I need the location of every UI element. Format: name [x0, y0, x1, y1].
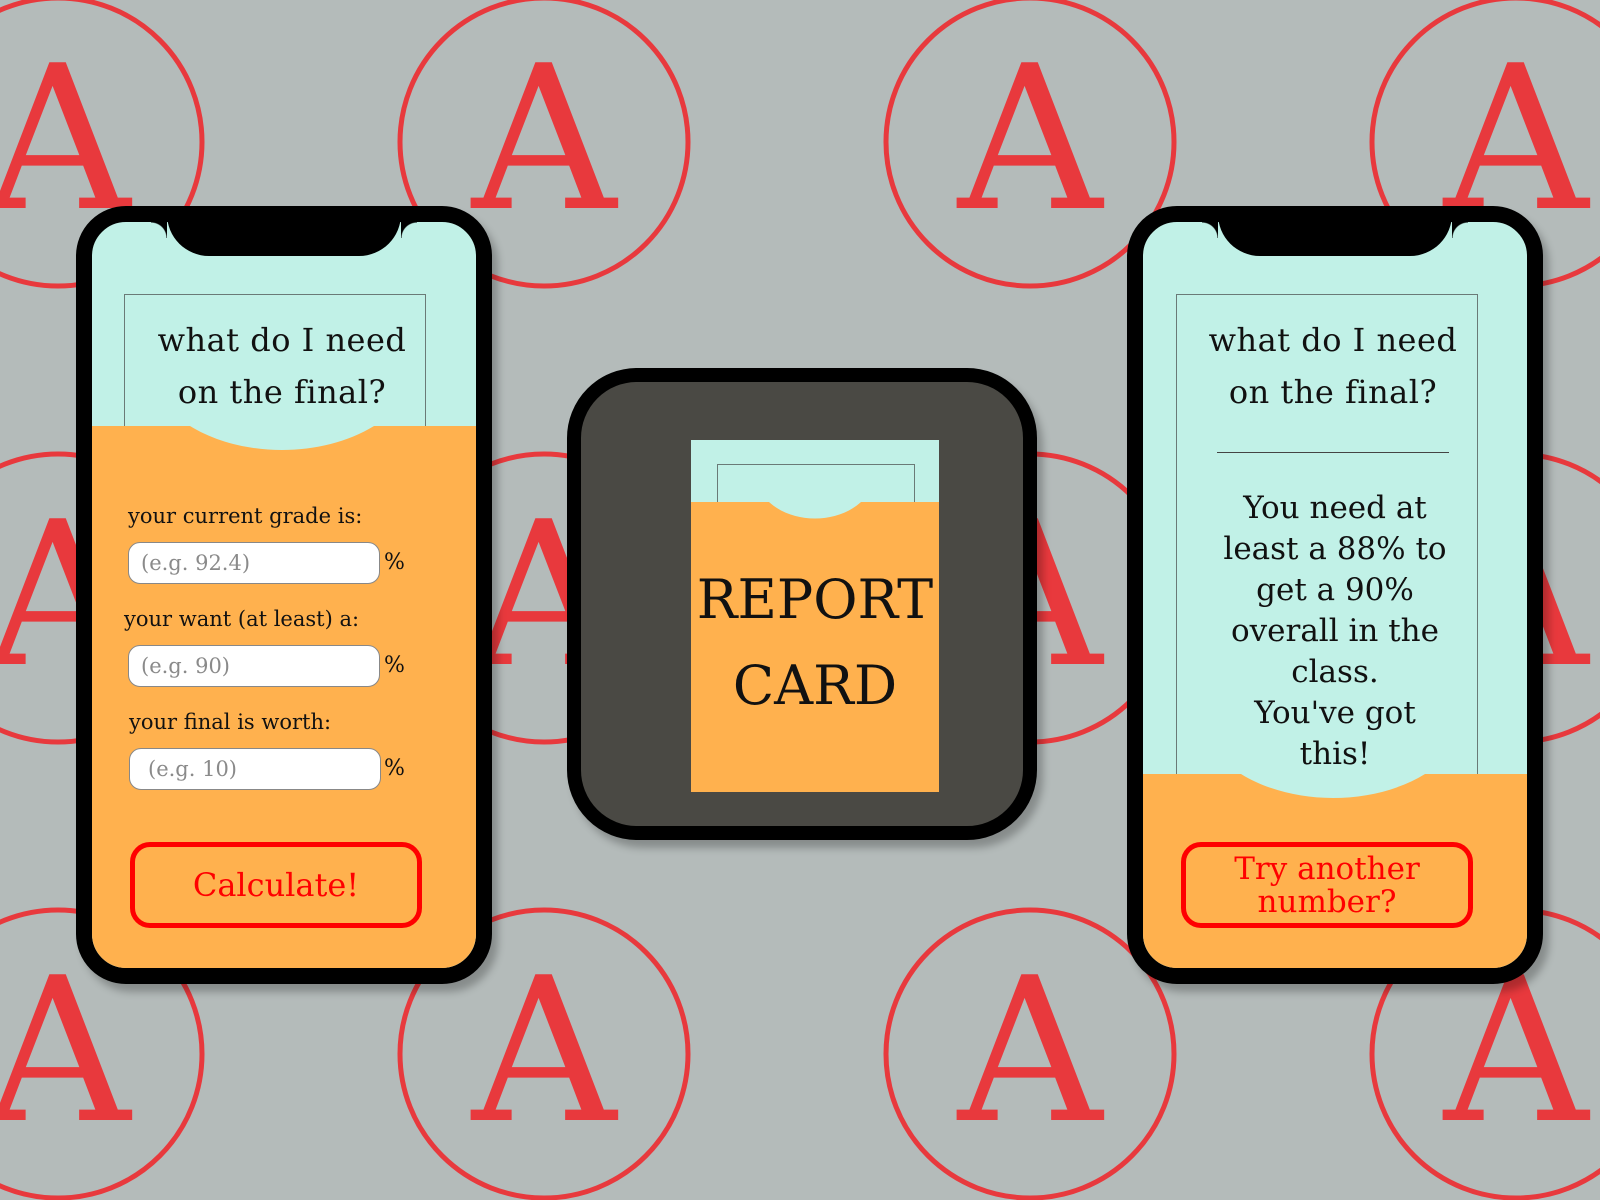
target-grade-input[interactable] — [128, 645, 380, 687]
final-weight-input[interactable] — [129, 748, 381, 790]
stamp-letter: A — [470, 935, 619, 1168]
current-grade-label: your current grade is: — [128, 504, 363, 528]
target-grade-percent: % — [384, 653, 405, 678]
report-card-graphic: REPORT CARD — [691, 440, 939, 792]
report-card-app-icon[interactable]: REPORT CARD — [567, 368, 1037, 840]
icon-title-line-2: CARD — [732, 654, 898, 717]
phone-notch — [151, 222, 417, 256]
target-grade-label: your want (at least) a: — [124, 607, 360, 631]
phone-notch — [1202, 222, 1468, 256]
retry-button-line-1: Try another — [1234, 851, 1420, 887]
current-grade-input[interactable] — [128, 542, 380, 584]
calculate-button[interactable]: Calculate! — [130, 842, 422, 928]
stamp-letter: A — [956, 935, 1105, 1168]
stamp-letter: A — [470, 23, 619, 256]
retry-button-line-2: number? — [1257, 884, 1397, 920]
phone-result-screen: what do I need on the final? You need at… — [1127, 206, 1543, 984]
stamp-letter: A — [956, 23, 1105, 256]
current-grade-percent: % — [384, 550, 405, 575]
try-another-number-button[interactable]: Try another number? — [1181, 842, 1473, 928]
final-weight-label: your final is worth: — [129, 710, 332, 734]
final-weight-percent: % — [384, 756, 405, 781]
icon-title-line-1: REPORT — [696, 568, 934, 631]
phone-input-screen: what do I need on the final? your curren… — [76, 206, 492, 984]
